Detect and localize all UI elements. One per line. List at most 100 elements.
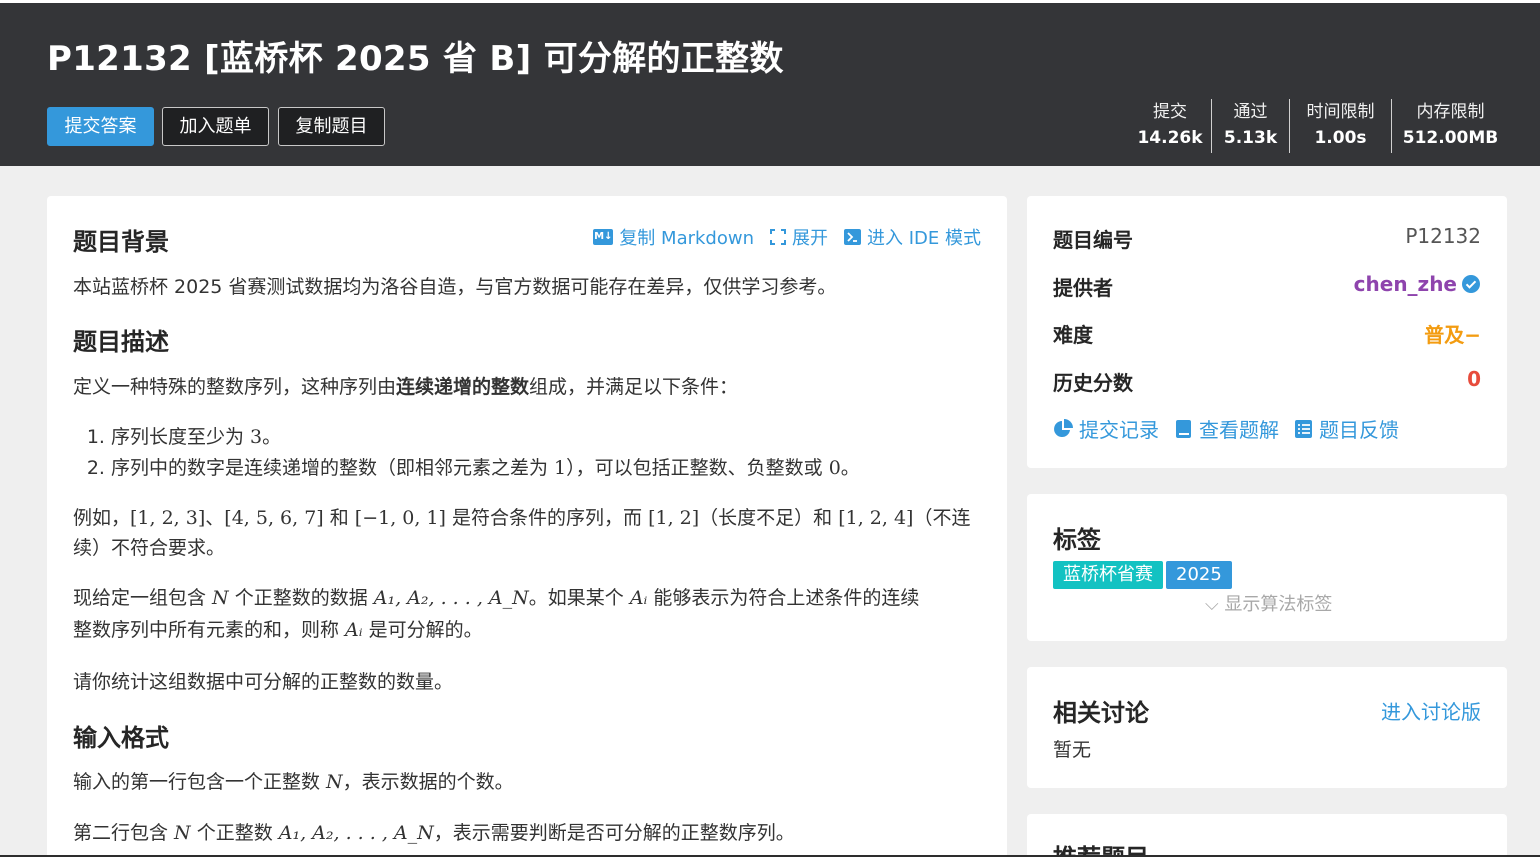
- text-span: 。如果某个: [528, 587, 630, 609]
- stat-value: 14.26k: [1137, 128, 1203, 148]
- problem-feedback-link[interactable]: 题目反馈: [1295, 414, 1399, 443]
- view-solutions-link[interactable]: 查看题解: [1175, 414, 1279, 443]
- text-span: 序列中的数字是连续递增的整数（即相邻元素之差为: [111, 457, 555, 479]
- math-text: [4, 5, 6, 7]: [224, 507, 324, 529]
- score-value: 0: [1467, 367, 1481, 391]
- discussion-empty: 暂无: [1053, 739, 1092, 761]
- chevron-down-icon: ⌵: [1205, 594, 1219, 615]
- discussion-card: 相关讨论 进入讨论版 暂无: [1027, 667, 1507, 788]
- submit-answer-button[interactable]: 提交答案: [47, 107, 154, 146]
- add-to-list-button[interactable]: 加入题单: [162, 107, 269, 146]
- background-heading: 题目背景: [73, 228, 169, 256]
- input-format-heading: 输入格式: [73, 724, 169, 752]
- book-icon: [1176, 419, 1191, 438]
- difficulty-label: 难度: [1053, 323, 1093, 347]
- records-label: 提交记录: [1079, 418, 1159, 442]
- info-row-difficulty: 难度 普及−: [1053, 319, 1481, 349]
- math-text: [1, 2, 4]: [838, 507, 914, 529]
- problem-stats: 提交 14.26k 通过 5.13k 时间限制 1.00s 内存限制 512.0…: [1129, 99, 1509, 153]
- text-span: （不连: [913, 507, 971, 529]
- copy-markdown-button[interactable]: M↓ 复制 Markdown: [593, 224, 754, 250]
- tags-heading: 标签: [1053, 526, 1101, 554]
- math-text: 1: [554, 457, 567, 479]
- tag-lanqiao[interactable]: 蓝桥杯省赛: [1053, 561, 1163, 589]
- text-span: 是可分解的。: [362, 619, 483, 641]
- text-span: 是符合条件的序列，而: [445, 507, 649, 529]
- problem-info-card: 题目编号 P12132 提供者 chen_zhe 难度 普及− 历史分数 0 提…: [1027, 196, 1507, 468]
- text-span: （长度不足）和: [699, 507, 839, 529]
- text-span: 个正整数的数据: [228, 587, 374, 609]
- text-span: ，表示需要判断是否可分解的正整数序列。: [433, 822, 795, 844]
- enter-discussion-link[interactable]: 进入讨论版: [1381, 696, 1481, 725]
- pid-label: 题目编号: [1053, 228, 1133, 252]
- input-paragraph-2: 第二行包含 N 个正整数 A₁, A₂, . . . , A_N，表示需要判断是…: [73, 818, 795, 849]
- math-text: N: [212, 587, 229, 609]
- stat-label: 时间限制: [1306, 102, 1375, 122]
- count-paragraph: 请你统计这组数据中可分解的正整数的数量。: [73, 671, 454, 693]
- math-text: A₁, A₂, . . . , A_N: [278, 822, 434, 844]
- math-text: 3: [250, 426, 263, 448]
- text-span: 。: [262, 426, 282, 448]
- info-row-provider: 提供者 chen_zhe: [1053, 272, 1481, 302]
- tags-card: 标签 蓝桥杯省赛 2025 ⌵ 显示算法标签: [1027, 494, 1507, 641]
- problem-title: P12132 [蓝桥杯 2025 省 B] 可分解的正整数: [47, 39, 784, 79]
- math-text: Aᵢ: [629, 587, 648, 609]
- discussion-heading: 相关讨论: [1053, 699, 1149, 727]
- input-paragraph-1: 输入的第一行包含一个正整数 N，表示数据的个数。: [73, 767, 514, 798]
- example-paragraph: 例如，[1, 2, 3]、[4, 5, 6, 7] 和 [−1, 0, 1] 是…: [73, 503, 970, 534]
- given-paragraph-cont: 整数序列中所有元素的和，则称 Aᵢ 是可分解的。: [73, 615, 483, 646]
- math-text: 0: [828, 457, 841, 479]
- text-span: 现给定一组包含: [73, 587, 213, 609]
- provider-link[interactable]: chen_zhe: [1354, 272, 1481, 296]
- pie-chart-icon: [1054, 418, 1073, 437]
- stat-memory-limit: 内存限制 512.00MB: [1391, 99, 1509, 153]
- stat-label: 提交: [1153, 102, 1187, 122]
- copy-markdown-label: 复制 Markdown: [619, 228, 754, 249]
- stat-value: 1.00s: [1314, 128, 1367, 148]
- problem-header: P12132 [蓝桥杯 2025 省 B] 可分解的正整数 提交答案 加入题单 …: [0, 0, 1540, 166]
- expand-icon: [770, 229, 786, 245]
- info-row-score: 历史分数 0: [1053, 367, 1481, 397]
- text-span: 输入的第一行包含一个正整数: [73, 771, 327, 793]
- math-text: [1, 2, 3]: [130, 507, 206, 529]
- content-toolbar: M↓ 复制 Markdown 展开 进入 IDE 模式: [593, 224, 981, 250]
- copy-problem-button[interactable]: 复制题目: [278, 107, 385, 146]
- text-span: 、: [205, 507, 225, 529]
- given-paragraph: 现给定一组包含 N 个正整数的数据 A₁, A₂, . . . , A_N。如果…: [73, 583, 919, 614]
- bold-text: 连续递增的整数: [396, 376, 530, 398]
- list-item: 序列长度至少为 3。: [111, 422, 860, 453]
- recommend-card: 推荐题目: [1027, 814, 1507, 857]
- description-heading: 题目描述: [73, 328, 169, 356]
- stat-label: 内存限制: [1416, 102, 1485, 122]
- submission-records-link[interactable]: 提交记录: [1053, 414, 1159, 443]
- description-paragraph: 定义一种特殊的整数序列，这种序列由连续递增的整数组成，并满足以下条件：: [73, 372, 738, 403]
- text-span: 第二行包含: [73, 822, 175, 844]
- provider-label: 提供者: [1053, 276, 1113, 300]
- ide-mode-button[interactable]: 进入 IDE 模式: [844, 224, 981, 250]
- stat-accepted: 通过 5.13k: [1211, 99, 1289, 153]
- math-text: N: [174, 822, 191, 844]
- list-item: 序列中的数字是连续递增的整数（即相邻元素之差为 1），可以包括正整数、负整数或 …: [111, 453, 860, 484]
- background-text: 本站蓝桥杯 2025 省赛测试数据均为洛谷自造，与官方数据可能存在差异，仅供学习…: [73, 276, 837, 298]
- ide-mode-label: 进入 IDE 模式: [867, 228, 981, 249]
- difficulty-value[interactable]: 普及−: [1424, 319, 1481, 348]
- tag-2025[interactable]: 2025: [1166, 561, 1232, 589]
- markdown-icon: M↓: [593, 229, 614, 245]
- solutions-label: 查看题解: [1199, 418, 1279, 442]
- problem-content-card: M↓ 复制 Markdown 展开 进入 IDE 模式 题目背景 本站蓝桥杯 2…: [47, 196, 1007, 857]
- pid-value: P12132: [1405, 224, 1481, 248]
- show-algorithm-tags-toggle[interactable]: ⌵ 显示算法标签: [1205, 590, 1332, 616]
- text-span: 序列长度至少为: [111, 426, 251, 448]
- text-span: 整数序列中所有元素的和，则称: [73, 619, 346, 641]
- show-algo-label: 显示算法标签: [1224, 594, 1333, 615]
- text-span: 能够表示为符合上述条件的连续: [647, 587, 920, 609]
- math-text: Aᵢ: [345, 619, 363, 641]
- stat-value: 512.00MB: [1402, 128, 1499, 148]
- list-icon: [1295, 419, 1312, 438]
- feedback-label: 题目反馈: [1319, 418, 1399, 442]
- math-text: [1, 2]: [648, 507, 700, 529]
- expand-button[interactable]: 展开: [770, 224, 828, 250]
- text-span: 组成，并满足以下条件：: [529, 376, 739, 398]
- expand-label: 展开: [792, 228, 828, 249]
- text-span: 定义一种特殊的整数序列，这种序列由: [73, 376, 397, 398]
